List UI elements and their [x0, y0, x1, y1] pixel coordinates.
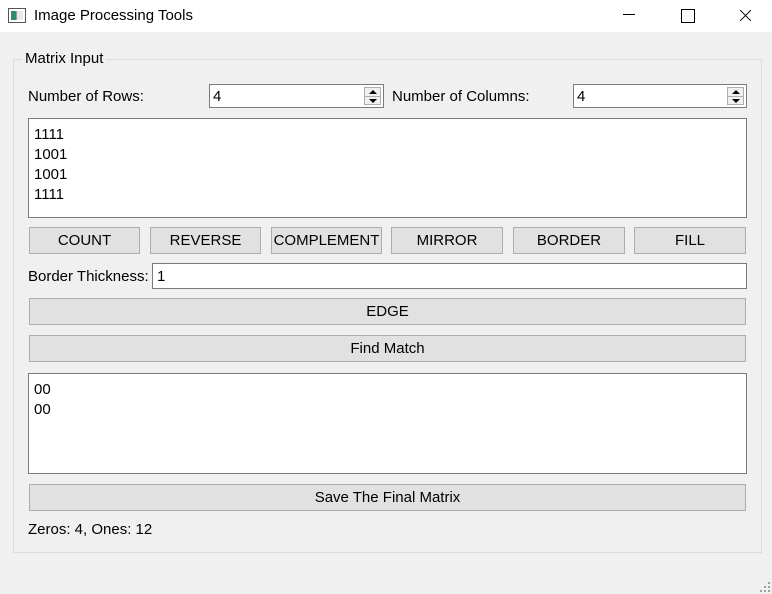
rows-value: 4 — [213, 88, 222, 105]
border-thickness-input[interactable]: 1 — [152, 263, 747, 289]
reverse-button[interactable]: REVERSE — [150, 227, 261, 254]
output-row: 00 — [34, 401, 51, 418]
columns-spinbox[interactable]: 4 — [573, 84, 747, 108]
window-title: Image Processing Tools — [34, 7, 193, 24]
matrix-row: 1111 — [34, 186, 65, 203]
count-status-label: Zeros: 4, Ones: 12 — [28, 521, 153, 538]
columns-increment-button[interactable] — [728, 88, 743, 96]
group-title: Matrix Input — [22, 50, 107, 67]
rows-spinbox[interactable]: 4 — [209, 84, 384, 108]
rows-decrement-button[interactable] — [365, 96, 380, 104]
app-icon — [8, 8, 26, 23]
output-row: 00 — [34, 381, 51, 398]
border-thickness-value: 1 — [157, 268, 166, 285]
matrix-row: 1001 — [34, 166, 68, 183]
count-button[interactable]: COUNT — [29, 227, 140, 254]
columns-decrement-button[interactable] — [728, 96, 743, 104]
maximize-button[interactable] — [658, 0, 716, 32]
fill-button[interactable]: FILL — [634, 227, 746, 254]
title-bar: Image Processing Tools — [0, 0, 772, 32]
columns-spin-arrows — [727, 87, 744, 105]
mirror-button[interactable]: MIRROR — [391, 227, 503, 254]
rows-spin-arrows — [364, 87, 381, 105]
minimize-button[interactable] — [600, 0, 658, 32]
border-button[interactable]: BORDER — [513, 227, 625, 254]
columns-value: 4 — [577, 88, 586, 105]
rows-increment-button[interactable] — [365, 88, 380, 96]
resize-grip-icon[interactable] — [760, 582, 770, 592]
matrix-input-textarea[interactable]: 1111 1001 1001 1111 — [28, 118, 747, 218]
close-button[interactable] — [716, 0, 772, 32]
columns-label: Number of Columns: — [392, 88, 530, 105]
complement-button[interactable]: COMPLEMENT — [271, 227, 382, 254]
border-thickness-label: Border Thickness: — [28, 268, 149, 285]
save-final-matrix-button[interactable]: Save The Final Matrix — [29, 484, 746, 511]
matrix-row: 1001 — [34, 146, 68, 163]
find-match-button[interactable]: Find Match — [29, 335, 746, 362]
matrix-output-textarea[interactable]: 00 00 — [28, 373, 747, 474]
matrix-row: 1111 — [34, 126, 65, 143]
rows-label: Number of Rows: — [28, 88, 144, 105]
edge-button[interactable]: EDGE — [29, 298, 746, 325]
